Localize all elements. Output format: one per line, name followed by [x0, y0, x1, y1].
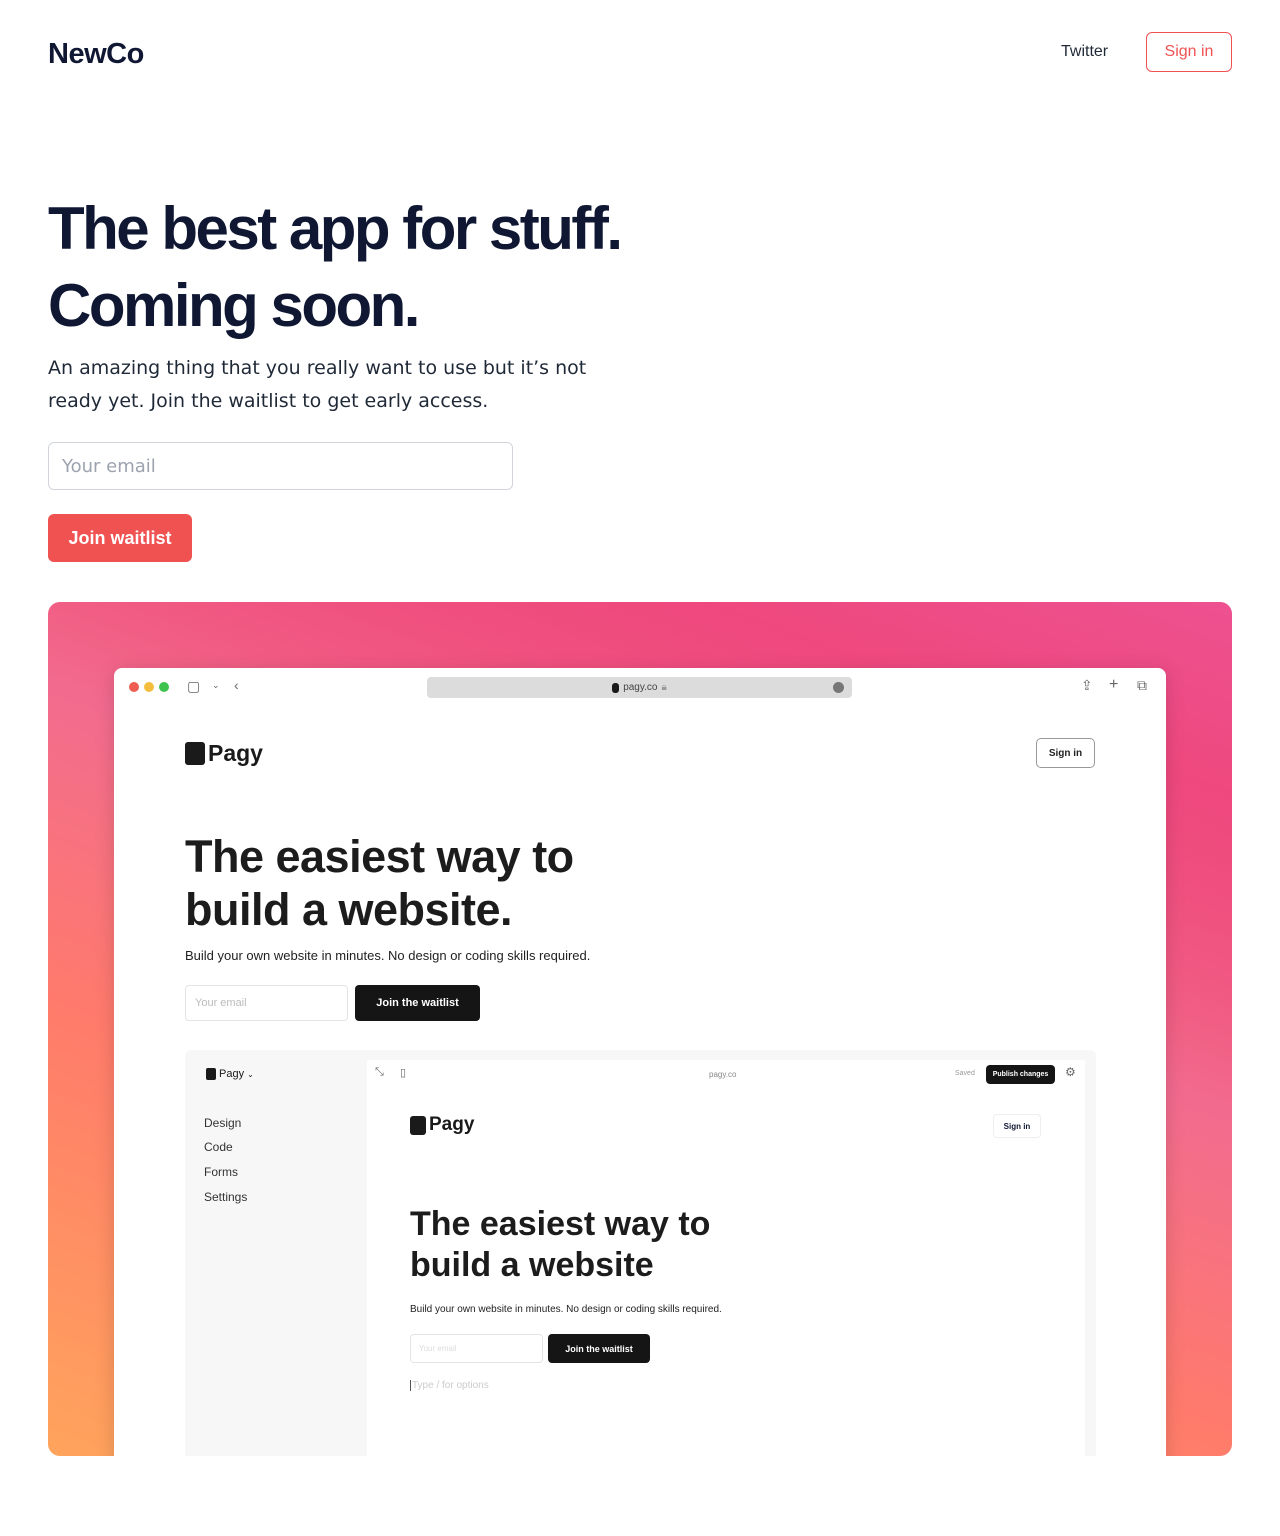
resize-icon: ⤡	[375, 1066, 384, 1078]
preview-logo: Pagy	[410, 1114, 474, 1136]
maximize-dot-icon	[159, 682, 169, 692]
more-icon	[833, 682, 844, 693]
site-headline: The easiest way to build a website.	[185, 831, 574, 935]
logo[interactable]: NewCo	[48, 38, 144, 71]
join-waitlist-button[interactable]: Join waitlist	[48, 514, 192, 562]
minimize-dot-icon	[144, 682, 154, 692]
mobile-icon: ▯	[400, 1067, 407, 1079]
site-sign-in-button: Sign in	[1036, 738, 1095, 768]
preview-sign-in: Sign in	[993, 1114, 1041, 1138]
preview-join-button: Join the waitlist	[548, 1334, 650, 1363]
editor-url: pagy.co	[709, 1070, 737, 1079]
block-placeholder: Type / for options	[410, 1380, 489, 1391]
site-join-button: Join the waitlist	[355, 985, 480, 1021]
page-title: The best app for stuff. Coming soon.	[48, 195, 623, 339]
hero-subtitle: An amazing thing that you really want to…	[48, 357, 587, 412]
pagy-logo: Pagy	[185, 740, 263, 767]
back-icon: ‹	[234, 677, 239, 693]
preview-email-input: Your email	[410, 1334, 543, 1363]
site-subtitle: Build your own website in minutes. No de…	[185, 948, 591, 963]
workspace-switcher: Pagy ⌄	[206, 1068, 254, 1080]
sidebar-toggle-icon: ▢	[187, 678, 201, 694]
preview-subtitle: Build your own website in minutes. No de…	[410, 1304, 722, 1315]
lock-icon: 🔒︎	[661, 682, 667, 693]
saved-status: Saved	[955, 1070, 975, 1077]
share-icon: ⇪	[1081, 677, 1093, 693]
site-email-input: Your email	[185, 985, 348, 1021]
email-input[interactable]	[48, 442, 513, 490]
browser-window: ▢ ⌄ ‹ pagy.co 🔒︎ ⇪ + ⧉ Pagy Sign in The e…	[114, 668, 1166, 1456]
close-dot-icon	[129, 682, 139, 692]
menu-design: Design	[204, 1116, 242, 1130]
tabs-icon: ⧉	[1137, 677, 1147, 693]
editor-canvas: ⤡ ▯ pagy.co Saved Publish changes ⚙ Pagy…	[367, 1060, 1085, 1456]
menu-code: Code	[204, 1140, 233, 1154]
editor-app: Pagy ⌄ Design Code Forms Settings ⤡ ▯ pag…	[185, 1050, 1096, 1456]
address-bar: pagy.co 🔒︎	[427, 677, 852, 698]
url-text: pagy.co	[623, 682, 658, 693]
menu-settings: Settings	[204, 1190, 248, 1204]
new-tab-icon: +	[1109, 676, 1119, 693]
settings-gear-icon: ⚙	[1065, 1065, 1076, 1079]
menu-forms: Forms	[204, 1165, 238, 1179]
sign-in-button[interactable]: Sign in	[1146, 32, 1232, 72]
preview-headline: The easiest way to build a website	[410, 1205, 711, 1284]
chevron-down-icon: ⌄	[212, 680, 220, 690]
twitter-link[interactable]: Twitter	[1061, 43, 1108, 61]
product-screenshot: ▢ ⌄ ‹ pagy.co 🔒︎ ⇪ + ⧉ Pagy Sign in The e…	[48, 602, 1232, 1456]
publish-button: Publish changes	[986, 1065, 1055, 1084]
